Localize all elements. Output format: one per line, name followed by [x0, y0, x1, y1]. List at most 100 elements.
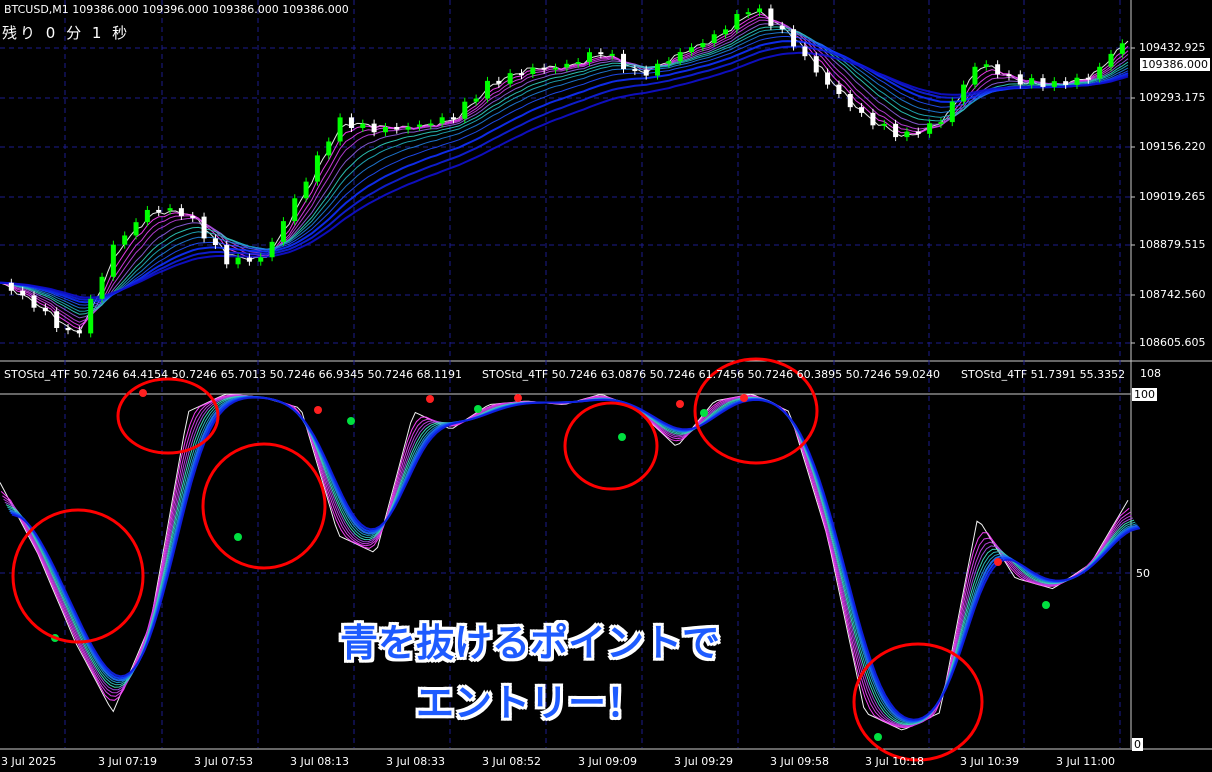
candle-body	[88, 298, 94, 334]
candle-body	[870, 112, 876, 126]
time-tick-label: 3 Jul 08:13	[290, 755, 349, 768]
candle-body	[484, 80, 490, 99]
candle-body	[587, 52, 593, 63]
time-tick-label: 3 Jul 10:18	[865, 755, 924, 768]
candle-body	[31, 295, 37, 308]
current-price-tag: 109386.000	[1139, 58, 1210, 71]
candle-body	[655, 63, 661, 76]
candle-body	[904, 131, 910, 138]
candle-body	[292, 198, 298, 222]
price-ribbon-line	[0, 16, 1129, 327]
price-ribbon-line	[0, 31, 1129, 309]
candle-body	[893, 123, 899, 138]
candle-body	[314, 155, 320, 182]
candle-body	[246, 257, 252, 262]
candle-body	[42, 307, 48, 312]
candle-body	[983, 64, 989, 67]
candle-body	[711, 34, 717, 44]
candle-body	[178, 208, 184, 216]
candle-body	[643, 69, 649, 76]
candle-body	[791, 29, 797, 47]
candle-body	[110, 244, 116, 277]
candle-body	[813, 56, 819, 73]
candle-body	[1063, 81, 1069, 85]
candle-body	[122, 235, 128, 245]
candle-body	[881, 123, 887, 126]
price-tick-label: 109293.175	[1139, 91, 1206, 104]
candle-body	[768, 8, 774, 26]
buy-signal-dot	[874, 733, 882, 741]
price-ribbon-line	[0, 13, 1129, 330]
candle-body	[326, 141, 332, 156]
candle-body	[473, 98, 479, 102]
candle-body	[258, 257, 264, 262]
candle-body	[927, 123, 933, 134]
time-tick-label: 3 Jul 2025	[1, 755, 57, 768]
candle-body	[700, 43, 706, 48]
candle-body	[598, 52, 604, 55]
indicator-scale-top: 108	[1140, 367, 1161, 380]
candle-body	[1097, 66, 1103, 79]
price-ribbon-line	[0, 10, 1129, 333]
candle-body	[859, 107, 865, 113]
candle-body	[224, 245, 230, 265]
price-tick-label: 109156.220	[1139, 140, 1206, 153]
time-tick-label: 3 Jul 09:29	[674, 755, 733, 768]
header-symbol: BTCUSD,M1	[4, 3, 69, 16]
candle-body	[723, 29, 729, 35]
candle-body	[1108, 53, 1114, 67]
candle-body	[1029, 78, 1035, 85]
candle-body	[825, 72, 831, 85]
candle-body	[677, 52, 683, 62]
candle-body	[235, 257, 241, 265]
time-tick-label: 3 Jul 08:33	[386, 755, 445, 768]
candle-body	[847, 93, 853, 108]
chart-header: BTCUSD,M1 109386.000 109396.000 109386.0…	[4, 3, 349, 16]
price-tick-label: 108605.605	[1139, 336, 1206, 349]
price-tick-label: 109019.265	[1139, 190, 1206, 203]
candle-body	[54, 311, 60, 329]
candle-body	[961, 84, 967, 102]
price-tick-label: 108742.560	[1139, 288, 1206, 301]
candle-body	[1119, 43, 1125, 54]
candle-body	[416, 124, 422, 127]
candle-body	[462, 101, 468, 119]
annotation-line-1: 青を抜けるポイントで	[339, 621, 720, 665]
candle-body	[201, 216, 207, 239]
buy-signal-dot	[474, 405, 482, 413]
candle-body	[1074, 77, 1080, 85]
time-tick-label: 3 Jul 09:58	[770, 755, 829, 768]
price-tick-label: 109432.925	[1139, 41, 1206, 54]
time-tick-label: 3 Jul 07:19	[98, 755, 157, 768]
candle-body	[689, 47, 695, 53]
candle-body	[133, 222, 139, 236]
candle-body	[1040, 78, 1046, 87]
candle-body	[303, 181, 309, 199]
candle-body	[541, 67, 547, 70]
candle-body	[621, 53, 627, 70]
candle-body	[167, 208, 173, 211]
candle-body	[190, 215, 196, 218]
highlight-circle	[563, 401, 659, 491]
candle-body	[609, 53, 615, 56]
candle-body	[65, 328, 71, 331]
candle-body	[371, 123, 377, 133]
candle-body	[428, 123, 434, 126]
candle-body	[734, 13, 740, 30]
highlight-circle	[201, 442, 327, 570]
candle-body	[972, 66, 978, 85]
price-ribbon-line	[0, 19, 1129, 323]
candle-body	[99, 276, 105, 299]
candle-body	[915, 131, 921, 134]
candle-body	[337, 117, 343, 142]
sell-signal-dot	[314, 406, 322, 414]
candle-body	[1006, 74, 1012, 77]
candle-body	[779, 25, 785, 30]
candle-body	[632, 69, 638, 72]
candle-body	[530, 67, 536, 75]
candle-body	[439, 117, 445, 124]
time-tick-label: 3 Jul 11:00	[1056, 755, 1115, 768]
candle-body	[1051, 81, 1057, 87]
candle-body	[8, 282, 14, 291]
candle-body	[552, 67, 558, 70]
